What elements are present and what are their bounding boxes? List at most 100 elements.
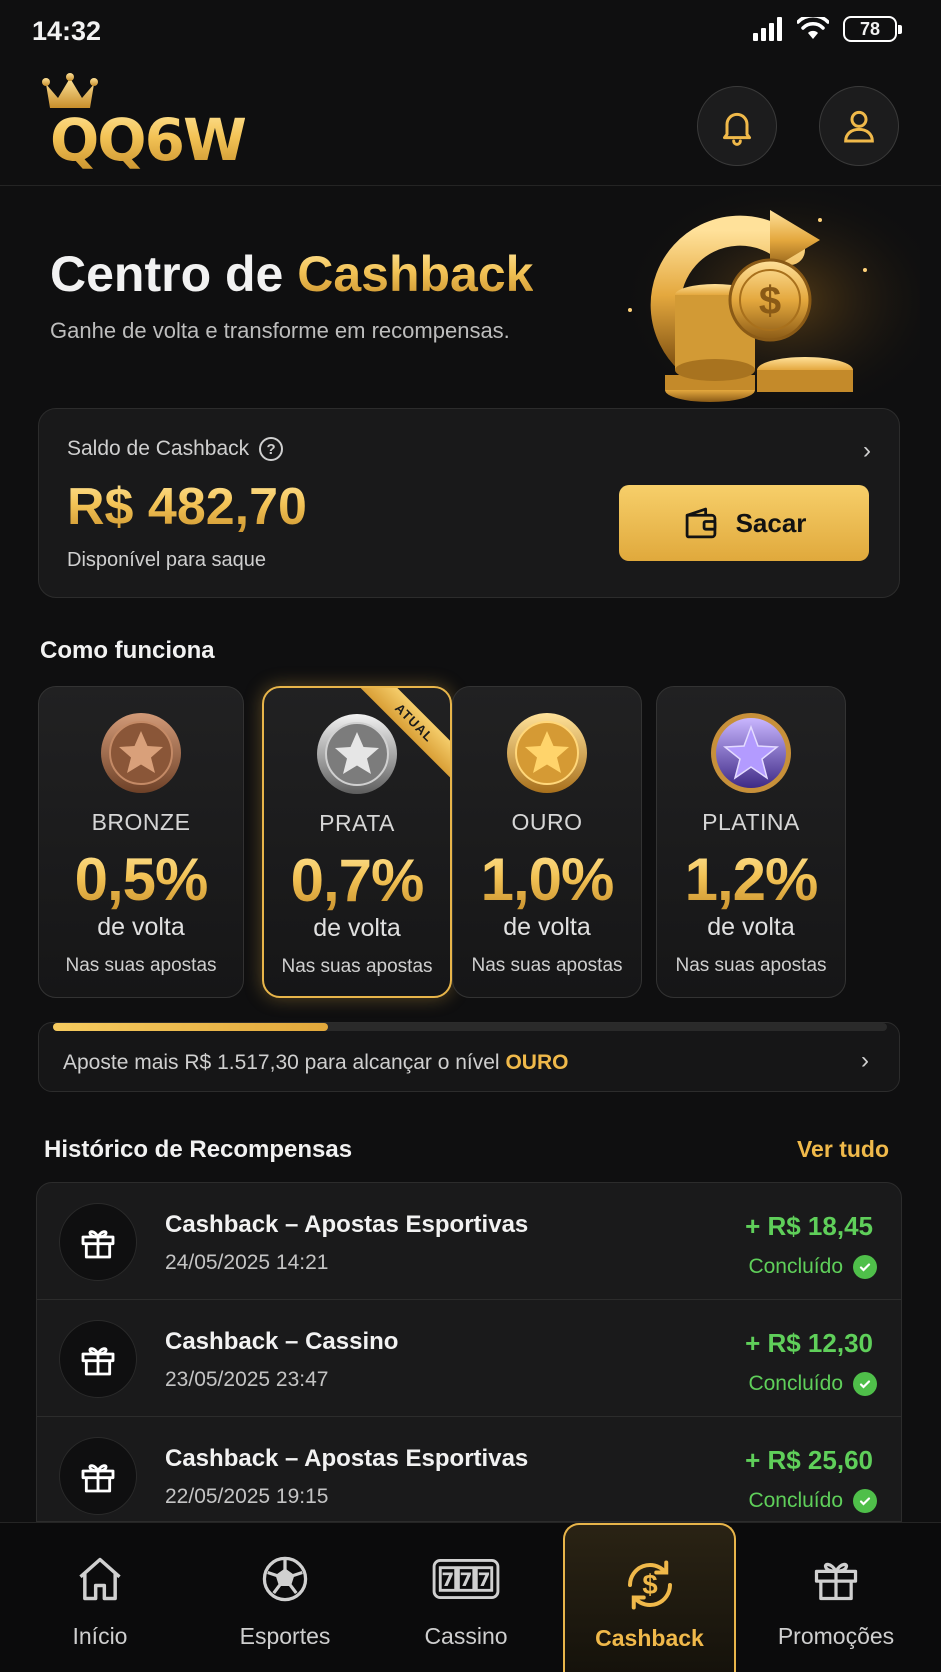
tier-card-platina[interactable]: PLATINA 1,2% de volta Nas suas apostas: [656, 686, 846, 998]
svg-text:7: 7: [460, 1570, 473, 1591]
nav-item-esportes[interactable]: Esportes: [185, 1523, 385, 1672]
gold-star-medal-icon: [507, 713, 587, 793]
battery-indicator: 78: [843, 16, 902, 42]
history-date: 22/05/2025 19:15: [165, 1485, 329, 1508]
tier-card-ouro[interactable]: OURO 1,0% de volta Nas suas apostas: [452, 686, 642, 998]
nav-item-cassino[interactable]: 777 Cassino: [366, 1523, 566, 1672]
history-date: 24/05/2025 14:21: [165, 1251, 329, 1274]
history-list: Cashback – Apostas Esportivas 24/05/2025…: [36, 1182, 902, 1522]
status-label: Concluído: [748, 1255, 843, 1278]
profile-button[interactable]: [819, 86, 899, 166]
tier-note: Nas suas apostas: [281, 956, 433, 977]
help-icon[interactable]: ?: [259, 437, 284, 461]
progress-target-level: OURO: [505, 1051, 569, 1074]
history-row[interactable]: Cashback – Apostas Esportivas 24/05/2025…: [37, 1183, 901, 1300]
svg-text:7: 7: [441, 1570, 454, 1591]
brand-logo[interactable]: QQ6W: [42, 72, 282, 174]
tier-back-text: de volta: [503, 913, 591, 941]
cashback-icon: $: [627, 1560, 672, 1610]
history-status: Concluído: [748, 1372, 877, 1396]
tier-name: PRATA: [319, 810, 395, 836]
status-icons: 78: [753, 16, 902, 42]
tier-back-text: de volta: [97, 913, 185, 941]
gift-icon: [59, 1437, 137, 1515]
history-row[interactable]: Cashback – Apostas Esportivas 22/05/2025…: [37, 1417, 901, 1521]
history-status: Concluído: [748, 1255, 877, 1279]
progress-text-prefix: Aposte mais R$ 1.517,30 para alcançar o …: [63, 1051, 506, 1074]
balance-label-row: Saldo de Cashback ?: [67, 437, 284, 461]
history-amount: + R$ 18,45: [745, 1211, 873, 1241]
tier-note: Nas suas apostas: [675, 955, 827, 976]
status-time: 14:32: [32, 16, 102, 46]
check-circle-icon: [853, 1489, 877, 1513]
status-bar: 14:32 78: [0, 0, 941, 64]
nav-label: Cassino: [424, 1623, 508, 1649]
tier-note: Nas suas apostas: [471, 955, 623, 976]
tier-card-prata[interactable]: ATUAL PRATA 0,7% de volta Nas suas apost…: [262, 686, 452, 998]
history-date: 23/05/2025 23:47: [165, 1368, 329, 1391]
cashback-balance-card[interactable]: Saldo de Cashback ? › R$ 482,70 Disponív…: [38, 408, 900, 598]
progress-text: Aposte mais R$ 1.517,30 para alcançar o …: [63, 1051, 568, 1075]
svg-text:7: 7: [478, 1570, 491, 1591]
history-amount: + R$ 25,60: [745, 1445, 873, 1475]
chevron-right-icon[interactable]: ›: [861, 1047, 869, 1075]
nav-label: Promoções: [777, 1623, 895, 1649]
chevron-right-icon[interactable]: ›: [863, 437, 871, 465]
tier-name: OURO: [511, 809, 583, 835]
history-row[interactable]: Cashback – Cassino 23/05/2025 23:47 + R$…: [37, 1300, 901, 1417]
nav-item-cashback[interactable]: $ Cashback: [563, 1523, 736, 1672]
soccer-ball-icon: [262, 1556, 308, 1602]
home-icon: [79, 1557, 121, 1601]
tier-back-text: de volta: [313, 914, 401, 942]
status-label: Concluído: [748, 1489, 843, 1512]
wallet-icon: [685, 507, 716, 539]
bronze-star-medal-icon: [101, 713, 181, 793]
check-circle-icon: [853, 1372, 877, 1396]
silver-star-medal-icon: [317, 714, 397, 794]
slot-machine-icon: 777: [432, 1559, 500, 1599]
nav-item-inicio[interactable]: Início: [0, 1523, 200, 1672]
page-title-highlight: Cashback: [297, 246, 534, 302]
page-title: Centro de Cashback: [50, 245, 533, 303]
svg-text:$: $: [759, 279, 781, 323]
tier-card-bronze[interactable]: BRONZE 0,5% de volta Nas suas apostas: [38, 686, 244, 998]
level-progress-card[interactable]: Aposte mais R$ 1.517,30 para alcançar o …: [38, 1022, 900, 1092]
page-subtitle: Ganhe de volta e transforme em recompens…: [50, 318, 510, 343]
tier-percent: 1,0%: [453, 845, 641, 914]
signal-icon: [753, 17, 782, 41]
history-title-text: Cashback – Cassino: [165, 1328, 399, 1355]
progress-fill: [53, 1023, 329, 1031]
tier-name: PLATINA: [702, 809, 800, 835]
tier-note: Nas suas apostas: [65, 955, 217, 976]
withdraw-button[interactable]: Sacar: [619, 485, 869, 561]
wifi-icon: [797, 17, 829, 39]
nav-label: Início: [72, 1623, 128, 1649]
tier-percent: 0,5%: [39, 845, 243, 914]
nav-label: Cashback: [595, 1625, 704, 1651]
gift-icon: [59, 1203, 137, 1281]
gift-icon: [59, 1320, 137, 1398]
withdraw-label: Sacar: [735, 507, 807, 538]
history-status: Concluído: [748, 1489, 877, 1513]
app-header: QQ6W: [0, 64, 941, 186]
balance-label: Saldo de Cashback: [67, 437, 250, 460]
tier-back-text: de volta: [707, 913, 795, 941]
see-all-link[interactable]: Ver tudo: [797, 1136, 889, 1163]
tier-name: BRONZE: [91, 809, 191, 835]
history-title-text: Cashback – Apostas Esportivas: [165, 1445, 529, 1472]
cashback-coins-illustration: $: [620, 190, 920, 410]
svg-text:$: $: [642, 1569, 657, 1600]
balance-amount: R$ 482,70: [67, 478, 307, 536]
history-title-text: Cashback – Apostas Esportivas: [165, 1211, 529, 1238]
bottom-navigation: Início Esportes 777 Cassino $ Cashback P…: [0, 1522, 941, 1672]
logo-text: QQ6W: [50, 106, 247, 174]
tiers-row: BRONZE 0,5% de volta Nas suas apostas AT…: [38, 686, 900, 998]
platinum-star-medal-icon: [711, 713, 791, 793]
history-title: Histórico de Recompensas: [44, 1136, 353, 1163]
nav-item-promocoes[interactable]: Promoções: [736, 1523, 936, 1672]
bell-icon: [723, 112, 751, 146]
tier-percent: 0,7%: [264, 846, 450, 915]
notifications-button[interactable]: [697, 86, 777, 166]
nav-label: Esportes: [239, 1623, 331, 1649]
history-amount: + R$ 12,30: [745, 1328, 873, 1358]
